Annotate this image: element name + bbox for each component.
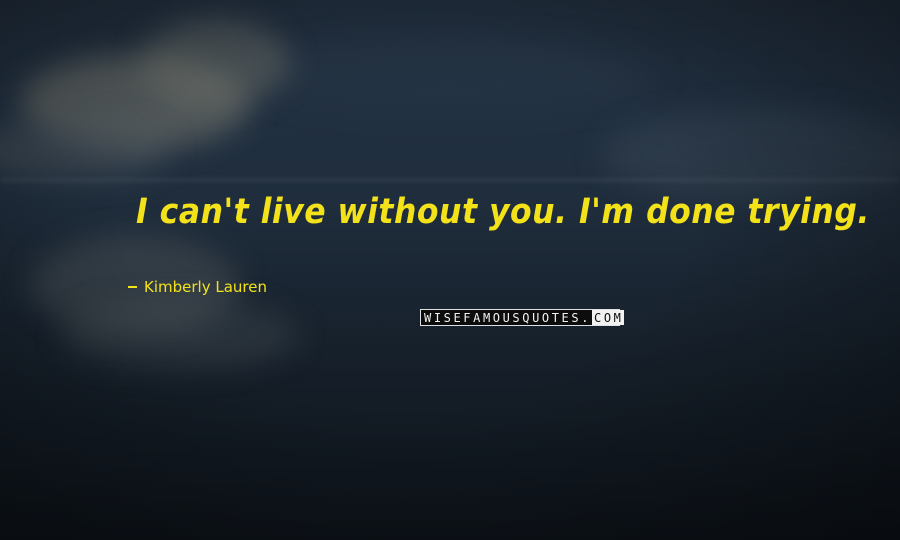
watermark-tld: COM	[592, 310, 624, 325]
vignette-overlay	[0, 0, 900, 540]
watermark-brand: WISEFAMOUSQUOTES.	[421, 310, 593, 325]
author-name[interactable]: Kimberly Lauren	[144, 278, 267, 296]
site-watermark[interactable]: WISEFAMOUSQUOTES. COM	[420, 309, 624, 326]
sky-background	[0, 0, 900, 540]
author-line: Kimberly Lauren	[127, 278, 267, 296]
dash-icon	[128, 286, 137, 288]
quote-text: I can't live without you. I'm done tryin…	[136, 192, 870, 232]
